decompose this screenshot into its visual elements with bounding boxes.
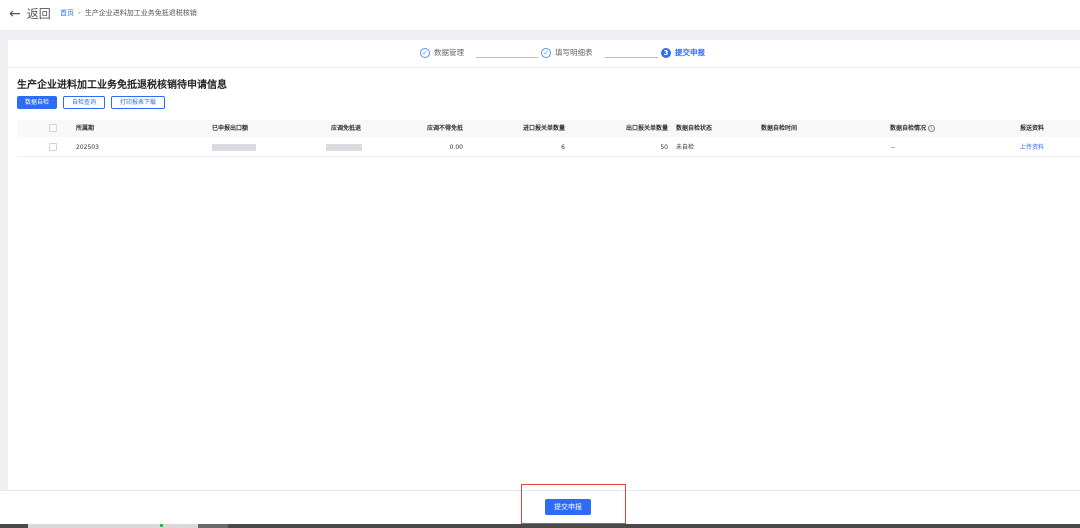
step-connector <box>605 57 658 58</box>
step-connector <box>476 57 538 58</box>
masked-declared-export <box>212 144 256 151</box>
col-header-period: 所属期 <box>76 125 95 132</box>
step-label: 提交申报 <box>675 48 705 57</box>
breadcrumb-home-link[interactable]: 首页 <box>60 8 74 18</box>
step-number-icon: 3 <box>661 47 671 58</box>
info-icon[interactable]: i <box>928 125 936 132</box>
masked-adjust-refund <box>326 144 362 151</box>
data-self-check-button[interactable]: 数据自检 <box>17 96 58 109</box>
print-report-download-button[interactable]: 打印报表下载 <box>111 96 166 109</box>
table-header: 所属期 已申报出口额 应调免抵退 应调不得免抵 进口报关单数量 出口报关单数量 … <box>18 120 1080 137</box>
step-fill-detail: ✓ 填写明细表 <box>541 47 593 58</box>
status-dot <box>160 524 163 527</box>
page-title: 生产企业进料加工业务免抵退税核销待申请信息 <box>17 80 227 91</box>
cell-import-count: 6 <box>561 144 565 151</box>
col-header-materials: 报送资料 <box>1020 125 1045 132</box>
step-data-management: ✓ 数据管理 <box>420 47 464 58</box>
breadcrumb-separator: › <box>78 9 81 17</box>
cell-adjust-not-deduct: 0.00 <box>449 144 463 151</box>
col-header-check-status: 数据自检状态 <box>676 125 713 132</box>
check-circle-icon: ✓ <box>541 47 551 58</box>
check-circle-icon: ✓ <box>420 47 430 58</box>
step-submit: 3 提交申报 <box>661 47 705 58</box>
col-header-export-count: 出口报关单数量 <box>625 125 668 132</box>
select-all-checkbox[interactable] <box>49 124 57 132</box>
back-label: 返回 <box>26 7 51 21</box>
cell-export-count: 50 <box>660 144 668 151</box>
step-label: 数据管理 <box>434 48 464 57</box>
self-check-query-button[interactable]: 自检查询 <box>63 96 106 109</box>
main-panel: ✓ 数据管理 ✓ 填写明细表 3 提交申报 生产企业进料加工业务免抵退税核销待申… <box>8 40 1080 490</box>
col-header-check-result: 数据自检情况 i <box>890 120 936 137</box>
divider <box>8 67 1080 68</box>
taskbar-item[interactable] <box>28 524 198 528</box>
col-header-check-time: 数据自检时间 <box>761 125 798 132</box>
taskbar <box>0 524 1080 528</box>
back-button[interactable]: ← 返回 <box>9 5 51 22</box>
col-header-adjust-not-deduct: 应调不得免抵 <box>426 125 463 132</box>
cell-check-result: -- <box>891 144 896 151</box>
col-header-adjust-refund: 应调免抵退 <box>330 125 361 132</box>
col-header-declared-export: 已申报出口额 <box>211 125 248 132</box>
top-bar: ← 返回 首页 › 生产企业进料加工业务免抵退税核销 <box>0 0 1080 30</box>
cell-check-status: 未自检 <box>676 144 695 151</box>
step-label: 填写明细表 <box>555 48 593 57</box>
highlight-box <box>521 484 626 524</box>
arrow-left-icon: ← <box>9 5 21 22</box>
col-header-import-count: 进口报关单数量 <box>522 125 565 132</box>
col-header-check-result-label: 数据自检情况 <box>890 125 927 132</box>
breadcrumb-current: 生产企业进料加工业务免抵退税核销 <box>84 9 197 17</box>
row-checkbox[interactable] <box>49 143 57 151</box>
breadcrumb: 首页 › 生产企业进料加工业务免抵退税核销 <box>60 8 197 18</box>
taskbar-item[interactable] <box>198 524 228 528</box>
step-indicator: ✓ 数据管理 ✓ 填写明细表 3 提交申报 <box>8 45 1080 65</box>
cell-period: 202503 <box>76 144 99 151</box>
toolbar: 数据自检 自检查询 打印报表下载 <box>17 96 166 109</box>
table-row: 202503 0.00 6 50 未自检 -- 上传资料 <box>18 139 1080 157</box>
upload-materials-link[interactable]: 上传资料 <box>1020 139 1044 156</box>
